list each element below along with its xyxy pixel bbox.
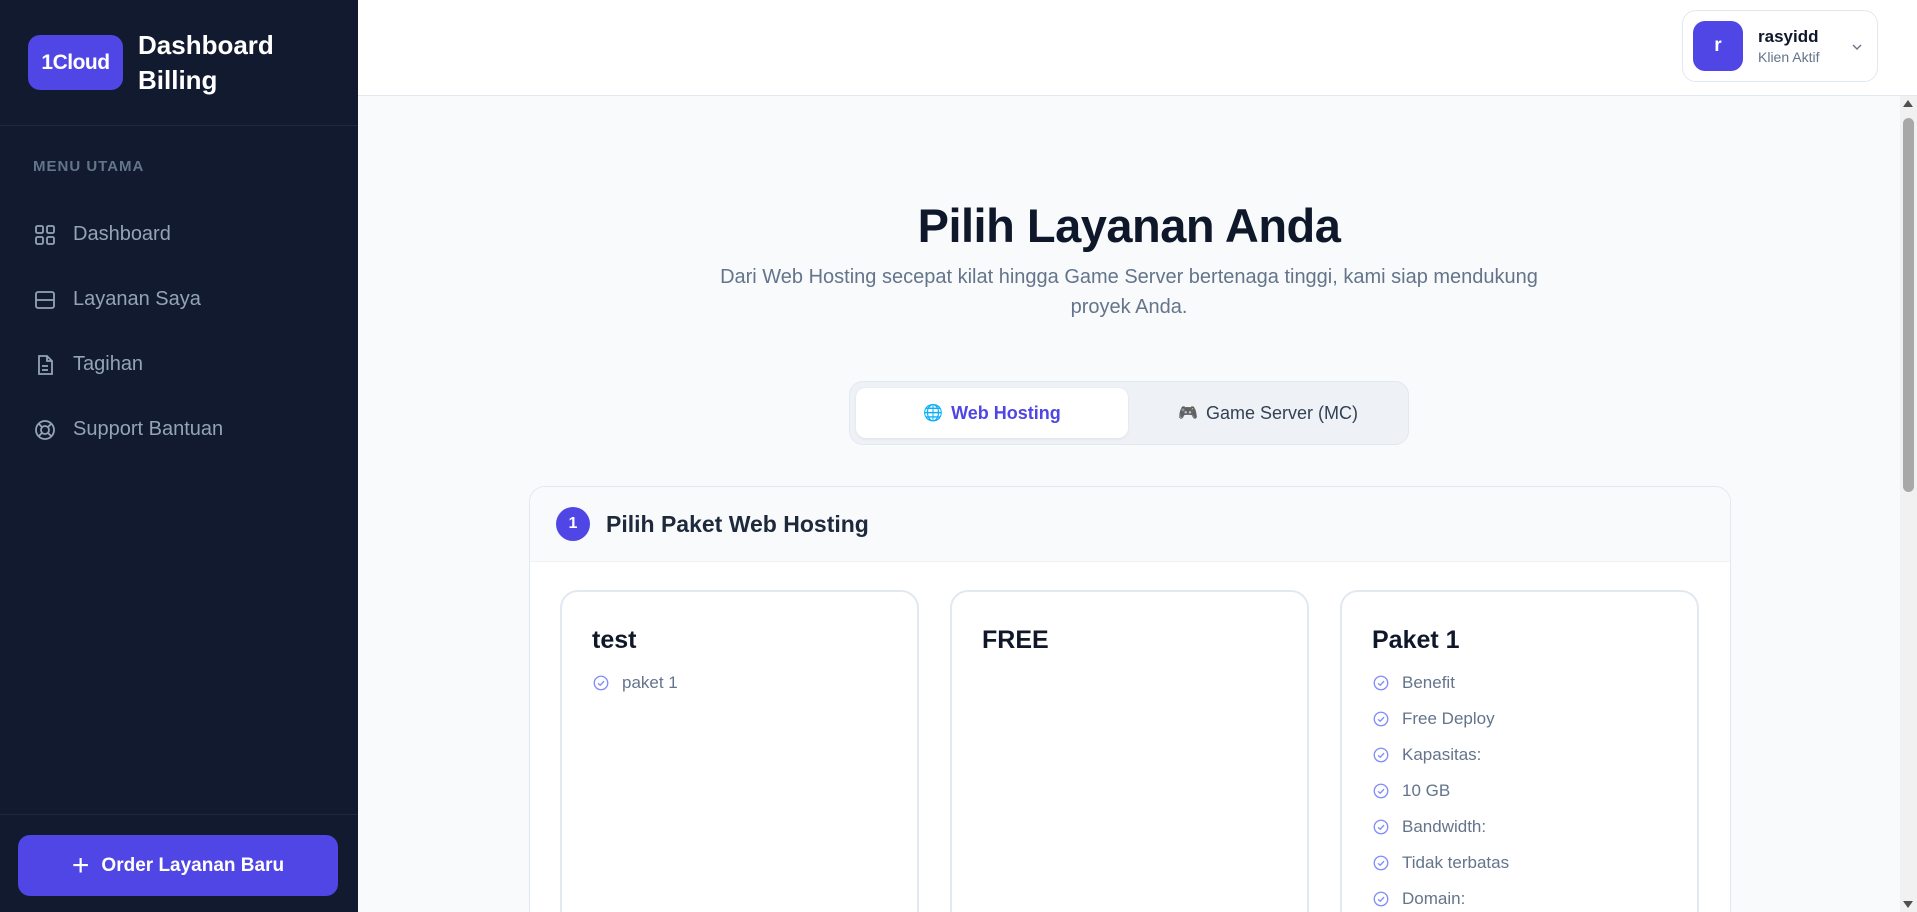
check-circle-icon [1372,746,1390,764]
scroll-up-arrow-icon[interactable] [1903,100,1913,107]
sidebar-item-label: Tagihan [73,353,144,375]
sidebar-item-layanan-saya[interactable]: Layanan Saya [33,267,333,332]
page-title: Pilih Layanan Anda [917,199,1341,252]
order-new-service-button[interactable]: + Order Layanan Baru [18,835,338,896]
plus-icon: + [71,848,90,882]
order-button-label: Order Layanan Baru [101,854,285,876]
package-card-free[interactable]: FREE [950,590,1309,912]
feature-text: Bandwidth: [1402,817,1487,836]
sidebar-item-support[interactable]: Support Bantuan [33,397,333,462]
chevron-down-icon [1849,39,1865,55]
feature-text: Tidak terbatas [1402,853,1510,872]
sidebar-item-label: Support Bantuan [73,418,224,440]
tab-web-hosting[interactable]: 🌐 Web Hosting [856,388,1128,438]
feature-item: Benefit [1372,665,1697,701]
topbar: r rasyidd Klien Aktif [358,0,1917,96]
feature-text: Kapasitas: [1402,745,1482,764]
avatar: r [1693,21,1743,71]
feature-text: paket 1 [622,673,678,692]
check-circle-icon [1372,710,1390,728]
tab-label: Game Server (MC) [1205,402,1358,423]
feature-item: 10 GB [1372,773,1697,809]
feature-item: Bandwidth: [1372,809,1697,845]
brand-title-line1: Dashboard [138,29,274,60]
grid-icon [33,223,57,247]
sidebar-item-tagihan[interactable]: Tagihan [33,332,333,397]
package-name: Paket 1 [1372,626,1460,654]
step-badge: 1 [556,507,590,541]
package-card-test[interactable]: test paket 1 [560,590,919,912]
lifebuoy-icon [33,418,57,442]
document-icon [33,353,57,377]
check-circle-icon [1372,854,1390,872]
sidebar-item-label: Layanan Saya [73,288,201,310]
check-circle-icon [592,674,610,692]
package-card-paket-1[interactable]: Paket 1 Benefit Free Deploy Kapasitas: 10 G… [1340,590,1699,912]
feature-item: Tidak terbatas [1372,845,1697,881]
feature-item: Free Deploy [1372,701,1697,737]
brand-title: Dashboard Billing [138,28,274,98]
package-name: FREE [982,626,1049,654]
tab-label: Web Hosting [951,402,1061,423]
page-subtitle: Dari Web Hosting secepat kilat hingga Ga… [720,266,1538,318]
feature-item: paket 1 [592,665,917,701]
feature-item: Kapasitas: [1372,737,1697,773]
package-name: test [592,626,637,654]
brand: 1Cloud Dashboard Billing [0,0,358,126]
check-circle-icon [1372,818,1390,836]
package-panel: 1 Pilih Paket Web Hosting test paket 1 F… [529,486,1731,912]
check-circle-icon [1372,674,1390,692]
user-role: Klien Aktif [1758,49,1820,65]
user-name: rasyidd [1758,27,1819,46]
feature-item: Domain: [1372,881,1697,912]
feature-text: Benefit [1402,673,1455,692]
scrollbar[interactable] [1900,96,1917,912]
feature-text: Domain: [1402,889,1466,908]
scroll-down-arrow-icon[interactable] [1903,901,1913,908]
tab-game-server[interactable]: 🎮 Game Server (MC) [1132,388,1404,438]
feature-text: 10 GB [1402,781,1451,800]
sidebar-item-dashboard[interactable]: Dashboard [33,202,333,267]
globe-icon: 🌐 [923,405,944,422]
main-content: Pilih Layanan Anda Dari Web Hosting sece… [358,96,1900,912]
panel-header: 1 Pilih Paket Web Hosting [530,487,1730,562]
brand-title-line2: Billing [138,64,218,95]
check-circle-icon [1372,890,1390,908]
feature-list: paket 1 [592,665,917,701]
service-type-tabs: 🌐 Web Hosting 🎮 Game Server (MC) [849,381,1409,445]
user-info: rasyidd Klien Aktif [1758,27,1819,65]
check-circle-icon [1372,782,1390,800]
gamepad-icon: 🎮 [1178,405,1198,422]
brand-logo[interactable]: 1Cloud [28,35,123,90]
sidebar-menu: Dashboard Layanan Saya Tagihan Support B… [33,202,333,462]
panel-title: Pilih Paket Web Hosting [606,510,869,537]
user-menu[interactable]: r rasyidd Klien Aktif [1682,10,1878,82]
menu-heading: MENU UTAMA [33,158,145,175]
feature-list: Benefit Free Deploy Kapasitas: 10 GB Bandwid… [1372,665,1697,912]
sidebar: 1Cloud Dashboard Billing MENU UTAMA Dash… [0,0,358,912]
sidebar-footer: + Order Layanan Baru [0,814,358,912]
scroll-thumb[interactable] [1903,118,1914,492]
feature-text: Free Deploy [1402,709,1495,728]
sidebar-item-label: Dashboard [73,223,171,245]
server-icon [33,288,57,312]
